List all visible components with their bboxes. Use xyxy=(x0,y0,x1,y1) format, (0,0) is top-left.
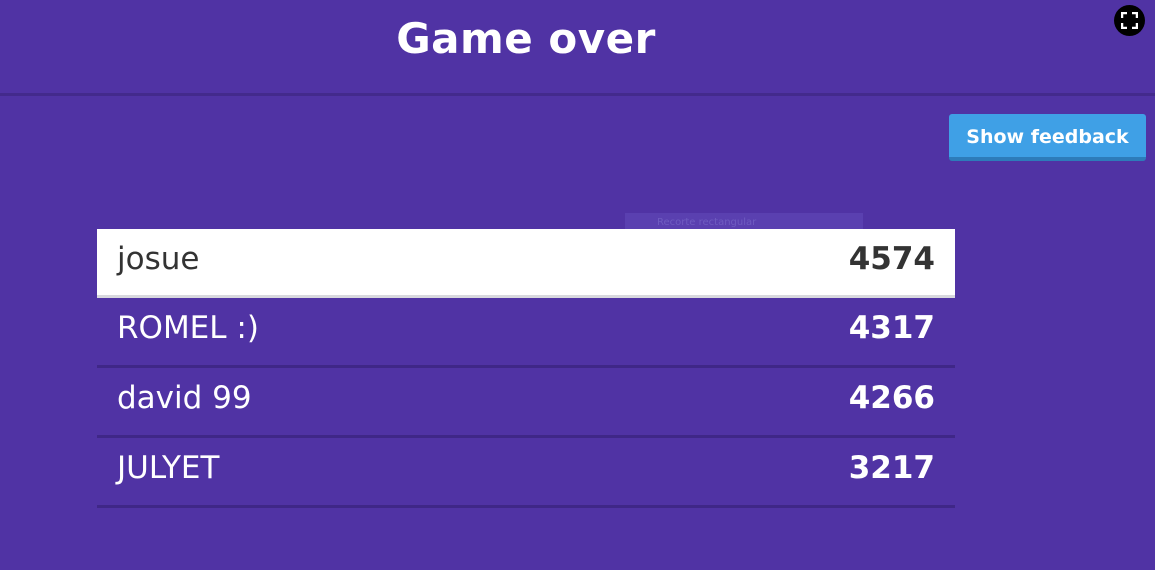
fullscreen-button[interactable] xyxy=(1114,5,1145,36)
player-score: 4574 xyxy=(848,241,935,277)
player-score: 4317 xyxy=(848,310,935,346)
player-score: 3217 xyxy=(848,450,935,486)
leaderboard-row: JULYET 3217 xyxy=(97,438,955,508)
leaderboard: josue 4574 ROMEL :) 4317 david 99 4266 J… xyxy=(97,229,955,508)
player-name: josue xyxy=(117,241,200,277)
show-feedback-button[interactable]: Show feedback xyxy=(949,114,1146,161)
leaderboard-row: david 99 4266 xyxy=(97,368,955,438)
expand-icon xyxy=(1121,12,1138,29)
player-name: david 99 xyxy=(117,380,252,416)
page-title: Game over xyxy=(396,14,656,63)
header-bar: Game over xyxy=(0,0,1155,96)
player-name: JULYET xyxy=(117,450,220,486)
player-score: 4266 xyxy=(848,380,935,416)
leaderboard-row: josue 4574 xyxy=(97,229,955,298)
leaderboard-row: ROMEL :) 4317 xyxy=(97,298,955,368)
player-name: ROMEL :) xyxy=(117,310,259,346)
